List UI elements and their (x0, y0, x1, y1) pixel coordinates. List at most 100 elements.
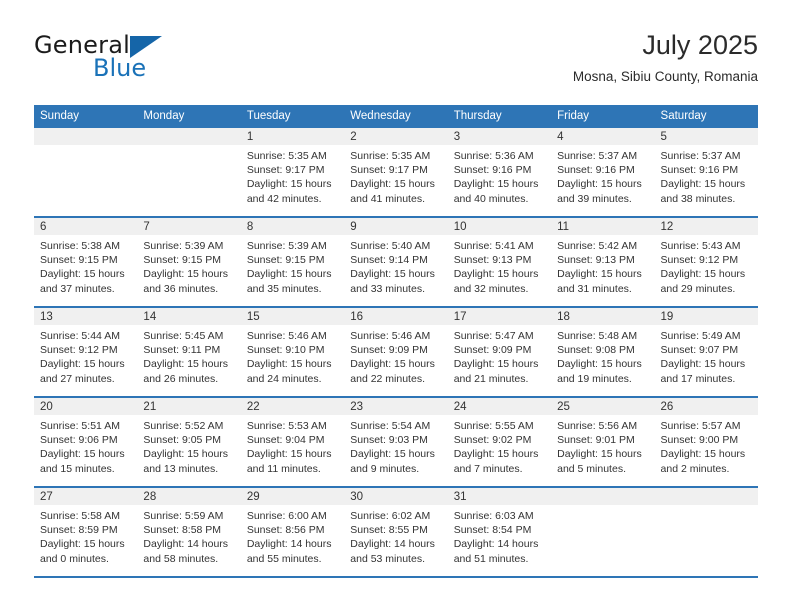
calendar-day-cell[interactable]: 17 Sunrise: 5:47 AM Sunset: 9:09 PM Dayligh… (447, 308, 552, 396)
calendar-day-cell[interactable]: 10 Sunrise: 5:41 AM Sunset: 9:13 PM Dayligh… (447, 218, 552, 306)
day-info-line: and 17 minutes. (660, 372, 736, 385)
day-sun-info (655, 505, 758, 509)
calendar-day-cell[interactable]: 13 Sunrise: 5:44 AM Sunset: 9:12 PM Dayligh… (34, 308, 138, 396)
calendar-day-cell[interactable]: 27 Sunrise: 5:58 AM Sunset: 8:59 PM Dayligh… (34, 488, 138, 576)
day-info-line: Daylight: 15 hours (350, 178, 435, 191)
day-sun-info (551, 505, 654, 509)
general-blue-logo[interactable]: General Blue (34, 32, 264, 88)
day-info-line: Sunset: 9:17 PM (350, 164, 428, 177)
day-sun-info: Sunrise: 5:44 AM Sunset: 9:12 PM Daylight:… (34, 325, 137, 386)
calendar-day-cell[interactable]: 16 Sunrise: 5:46 AM Sunset: 9:09 PM Dayligh… (344, 308, 448, 396)
calendar-day-cell[interactable]: 18 Sunrise: 5:48 AM Sunset: 9:08 PM Dayligh… (551, 308, 655, 396)
day-info-line: Sunrise: 6:02 AM (350, 510, 431, 522)
calendar-page: General Blue July 2025 Mosna, Sibiu Coun… (0, 0, 792, 612)
calendar-day-cell[interactable]: 7 Sunrise: 5:39 AM Sunset: 9:15 PM Daylight… (137, 218, 241, 306)
calendar-day-cell[interactable]: 19 Sunrise: 5:49 AM Sunset: 9:07 PM Dayligh… (654, 308, 758, 396)
day-number: 15 (240, 308, 345, 325)
day-info-line: and 0 minutes. (40, 552, 109, 565)
day-info-line: Daylight: 15 hours (40, 538, 125, 551)
day-sun-info: Sunrise: 5:39 AM Sunset: 9:15 PM Daylight:… (137, 235, 240, 296)
day-info-line: Daylight: 15 hours (660, 358, 746, 371)
calendar-day-cell[interactable]: 21 Sunrise: 5:52 AM Sunset: 9:05 PM Dayligh… (137, 398, 241, 486)
day-info-line: Sunset: 9:16 PM (660, 164, 739, 177)
day-number: 18 (551, 308, 655, 325)
calendar-day-cell[interactable]: 4 Sunrise: 5:37 AM Sunset: 9:16 PM Daylight… (551, 128, 655, 216)
day-info-line: Daylight: 15 hours (557, 178, 642, 191)
day-info-line: and 51 minutes. (453, 552, 529, 565)
calendar-day-cell[interactable]: 1 Sunrise: 5:35 AM Sunset: 9:17 PM Daylight… (240, 128, 345, 216)
day-info-line: Sunset: 9:08 PM (557, 344, 635, 357)
day-number: 3 (447, 128, 552, 145)
day-sun-info: Sunrise: 5:55 AM Sunset: 9:02 PM Daylight:… (448, 415, 551, 476)
calendar-week-row: 27 Sunrise: 5:58 AM Sunset: 8:59 PM Dayligh… (34, 486, 758, 576)
day-info-line: Sunset: 8:55 PM (350, 524, 428, 537)
calendar-day-cell[interactable]: 25 Sunrise: 5:56 AM Sunset: 9:01 PM Dayligh… (551, 398, 655, 486)
calendar-week-row: 13 Sunrise: 5:44 AM Sunset: 9:12 PM Dayligh… (34, 306, 758, 396)
day-info-line: Sunrise: 5:47 AM (453, 330, 534, 342)
calendar-day-cell[interactable]: 31 Sunrise: 6:03 AM Sunset: 8:54 PM Dayligh… (447, 488, 552, 576)
calendar-day-cell[interactable]: 24 Sunrise: 5:55 AM Sunset: 9:02 PM Dayligh… (447, 398, 552, 486)
day-info-line: Sunset: 8:58 PM (143, 524, 222, 537)
day-info-line: and 29 minutes. (660, 282, 736, 295)
day-info-line: Daylight: 14 hours (143, 538, 229, 551)
day-sun-info: Sunrise: 5:53 AM Sunset: 9:04 PM Daylight:… (241, 415, 344, 476)
day-info-line: and 40 minutes. (453, 192, 529, 205)
day-info-line: Sunrise: 6:00 AM (246, 510, 327, 522)
day-number: 29 (240, 488, 345, 505)
calendar-day-cell[interactable]: 23 Sunrise: 5:54 AM Sunset: 9:03 PM Dayligh… (344, 398, 448, 486)
day-info-line: Sunrise: 5:42 AM (557, 240, 638, 252)
calendar-day-cell[interactable]: 5 Sunrise: 5:37 AM Sunset: 9:16 PM Daylight… (654, 128, 758, 216)
calendar-day-cell[interactable]: 3 Sunrise: 5:36 AM Sunset: 9:16 PM Daylight… (447, 128, 552, 216)
calendar-day-cell[interactable]: 15 Sunrise: 5:46 AM Sunset: 9:10 PM Dayligh… (240, 308, 345, 396)
calendar-day-cell[interactable]: 14 Sunrise: 5:45 AM Sunset: 9:11 PM Dayligh… (137, 308, 241, 396)
calendar-day-cell[interactable]: 26 Sunrise: 5:57 AM Sunset: 9:00 PM Dayligh… (654, 398, 758, 486)
day-sun-info: Sunrise: 5:42 AM Sunset: 9:13 PM Daylight:… (551, 235, 654, 296)
day-info-line: and 35 minutes. (246, 282, 322, 295)
calendar-day-cell[interactable]: 29 Sunrise: 6:00 AM Sunset: 8:56 PM Dayligh… (240, 488, 345, 576)
day-info-line: and 13 minutes. (143, 462, 219, 475)
day-sun-info: Sunrise: 5:36 AM Sunset: 9:16 PM Daylight:… (448, 145, 551, 206)
day-number: 7 (137, 218, 241, 235)
day-info-line: Sunset: 8:56 PM (246, 524, 325, 537)
day-number (137, 128, 241, 145)
calendar-day-cell[interactable]: 12 Sunrise: 5:43 AM Sunset: 9:12 PM Dayligh… (654, 218, 758, 306)
calendar-day-cell[interactable]: 9 Sunrise: 5:40 AM Sunset: 9:14 PM Daylight… (344, 218, 448, 306)
day-info-line: Daylight: 15 hours (557, 268, 642, 281)
calendar-day-cell[interactable]: 22 Sunrise: 5:53 AM Sunset: 9:04 PM Dayligh… (240, 398, 345, 486)
page-subtitle: Mosna, Sibiu County, Romania (572, 69, 758, 84)
day-info-line: and 11 minutes. (246, 462, 321, 475)
day-info-line: Sunrise: 5:43 AM (660, 240, 741, 252)
day-info-line: Sunset: 9:12 PM (660, 254, 739, 267)
day-info-line: Daylight: 15 hours (143, 268, 229, 281)
day-sun-info: Sunrise: 5:58 AM Sunset: 8:59 PM Daylight:… (34, 505, 137, 566)
day-info-line: Sunset: 9:02 PM (453, 434, 532, 447)
day-sun-info: Sunrise: 5:39 AM Sunset: 9:15 PM Daylight:… (241, 235, 344, 296)
calendar-day-cell-empty (551, 488, 655, 576)
day-info-line: and 2 minutes. (660, 462, 730, 475)
day-info-line: Sunset: 8:54 PM (453, 524, 532, 537)
calendar-day-cell[interactable]: 11 Sunrise: 5:42 AM Sunset: 9:13 PM Dayligh… (551, 218, 655, 306)
day-info-line: Sunrise: 5:49 AM (660, 330, 741, 342)
day-info-line: Daylight: 15 hours (143, 358, 229, 371)
day-number: 20 (34, 398, 138, 415)
calendar-day-cell[interactable]: 28 Sunrise: 5:59 AM Sunset: 8:58 PM Dayligh… (137, 488, 241, 576)
day-info-line: Sunset: 9:01 PM (557, 434, 635, 447)
day-info-line: Sunrise: 5:39 AM (143, 240, 224, 252)
calendar-day-cell[interactable]: 2 Sunrise: 5:35 AM Sunset: 9:17 PM Daylight… (344, 128, 448, 216)
calendar-day-cell[interactable]: 30 Sunrise: 6:02 AM Sunset: 8:55 PM Dayligh… (344, 488, 448, 576)
day-info-line: and 27 minutes. (40, 372, 115, 385)
day-info-line: Daylight: 15 hours (40, 448, 125, 461)
calendar-day-cell[interactable]: 8 Sunrise: 5:39 AM Sunset: 9:15 PM Daylight… (240, 218, 345, 306)
day-number: 19 (654, 308, 758, 325)
calendar-day-cell[interactable]: 6 Sunrise: 5:38 AM Sunset: 9:15 PM Daylight… (34, 218, 138, 306)
calendar-day-cell[interactable]: 20 Sunrise: 5:51 AM Sunset: 9:06 PM Dayligh… (34, 398, 138, 486)
day-sun-info: Sunrise: 5:46 AM Sunset: 9:09 PM Daylight:… (344, 325, 447, 386)
day-info-line: Sunset: 9:09 PM (453, 344, 532, 357)
day-sun-info: Sunrise: 5:35 AM Sunset: 9:17 PM Daylight:… (241, 145, 344, 206)
day-info-line: Sunset: 8:59 PM (40, 524, 118, 537)
day-sun-info: Sunrise: 5:57 AM Sunset: 9:00 PM Daylight:… (655, 415, 758, 476)
day-info-line: Daylight: 15 hours (557, 448, 642, 461)
day-sun-info (137, 145, 240, 149)
day-number: 22 (240, 398, 345, 415)
day-info-line: Sunset: 9:16 PM (453, 164, 532, 177)
